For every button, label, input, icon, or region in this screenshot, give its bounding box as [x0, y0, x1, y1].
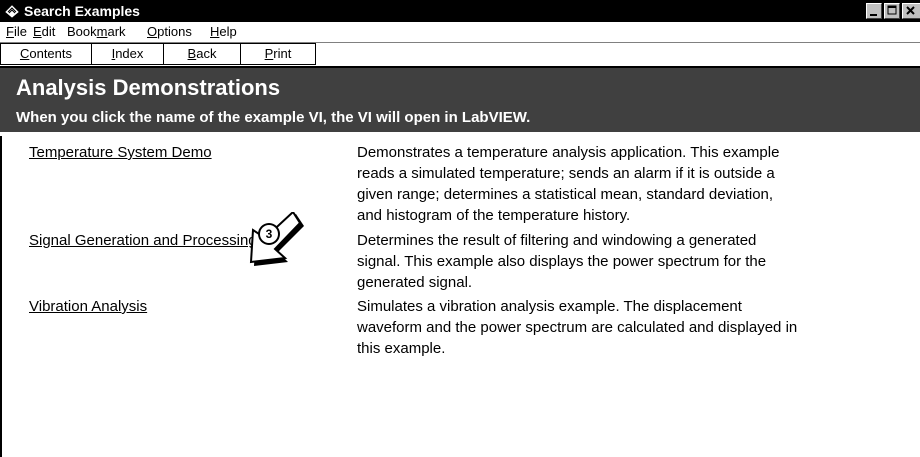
- window-title: Search Examples: [24, 3, 140, 19]
- callout-number: 3: [260, 225, 278, 243]
- example-link-vibration-analysis[interactable]: Vibration Analysis: [29, 296, 147, 317]
- back-button[interactable]: Back: [163, 43, 241, 65]
- example-row: Temperature System Demo Demonstrates a t…: [2, 142, 920, 230]
- search-examples-window: Search Examples File Edit Bookmark Optio…: [0, 0, 920, 457]
- index-button[interactable]: Index: [91, 43, 164, 65]
- minimize-button[interactable]: [866, 3, 882, 19]
- example-row: Vibration Analysis Simulates a vibration…: [2, 296, 920, 362]
- button-bar: Contents Index Back Print: [0, 43, 920, 68]
- topic-subtitle: When you click the name of the example V…: [16, 109, 531, 126]
- step-callout: 3: [248, 210, 312, 272]
- menu-bar: File Edit Bookmark Options Help: [0, 22, 920, 43]
- close-button[interactable]: [902, 3, 920, 19]
- example-description: Demonstrates a temperature analysis appl…: [357, 144, 780, 224]
- topic-title: Analysis Demonstrations: [16, 75, 281, 100]
- title-bar[interactable]: Search Examples: [0, 0, 920, 22]
- menu-bookmark[interactable]: Bookmark: [67, 22, 126, 42]
- contents-button[interactable]: Contents: [0, 43, 92, 65]
- print-button[interactable]: Print: [240, 43, 316, 65]
- pointer-arrow-icon: [249, 210, 304, 266]
- menu-options[interactable]: Options: [147, 22, 192, 42]
- maximize-button[interactable]: [884, 3, 900, 19]
- example-link-signal-generation-and-processing[interactable]: Signal Generation and Processing: [29, 230, 257, 251]
- callout-badge: 3: [258, 223, 280, 245]
- example-description: Simulates a vibration analysis example. …: [357, 298, 798, 357]
- menu-file[interactable]: File: [6, 22, 27, 42]
- help-book-icon: [4, 3, 20, 19]
- menu-edit[interactable]: Edit: [33, 22, 55, 42]
- example-row: Signal Generation and Processing Determi…: [2, 230, 920, 296]
- topic-content: Temperature System Demo Demonstrates a t…: [0, 136, 920, 457]
- example-description: Determines the result of filtering and w…: [357, 232, 767, 291]
- menu-help[interactable]: Help: [210, 22, 237, 42]
- example-link-temperature-system-demo[interactable]: Temperature System Demo: [29, 142, 212, 163]
- topic-banner: Analysis Demonstrations When you click t…: [0, 68, 920, 132]
